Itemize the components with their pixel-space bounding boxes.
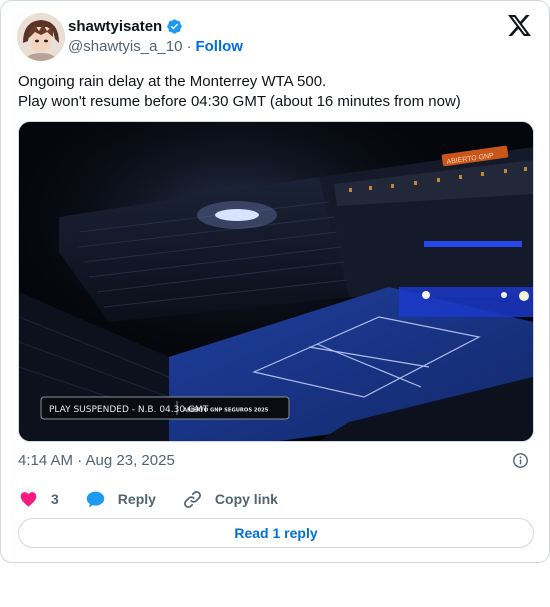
copy-link-label: Copy link [214,491,278,507]
reply-button[interactable]: Reply [85,489,156,510]
tweet-actions: 3 Reply Copy link [18,487,304,511]
tweet-text-line-1: Ongoing rain delay at the Monterrey WTA … [18,73,327,90]
link-icon [183,490,201,508]
avatar[interactable] [17,13,65,61]
read-replies-button[interactable]: Read 1 reply [18,518,534,548]
author-handle[interactable]: @shawtyis_a_10 [68,38,182,55]
embedded-tweet-card: shawtyisaten @shawtyis_a_10 · Follow Ong… [0,0,550,563]
tweet-text-line-2: Play won't resume before 04:30 GMT (abou… [18,92,461,110]
tweet-timestamp[interactable]: 4:14 AM · Aug 23, 2025 [18,452,175,469]
tweet-media-image[interactable]: ABIERTO GNP PLAY SUSPENDED - N.B. 04.30 … [18,121,534,442]
like-count: 3 [51,491,59,507]
handle-separator: · [186,38,192,55]
author-name-row: shawtyisaten [68,18,183,35]
x-logo-icon[interactable] [508,15,531,36]
follow-button[interactable]: Follow [195,38,243,55]
tweet-text: Ongoing rain delay at the Monterrey WTA … [18,72,534,111]
avatar-illustration [17,13,65,61]
author-display-name[interactable]: shawtyisaten [68,18,162,35]
media-caption-right: ABIERTO GNP SEGUROS 2025 [183,408,269,414]
info-icon[interactable] [512,452,529,469]
like-button[interactable]: 3 [18,489,59,510]
reply-label: Reply [117,491,156,507]
speech-bubble-icon [86,491,105,507]
heart-icon [20,491,37,506]
author-handle-row: @shawtyis_a_10 · Follow [68,38,243,55]
copy-link-button[interactable]: Copy link [182,489,278,510]
verified-badge-icon [166,18,183,35]
